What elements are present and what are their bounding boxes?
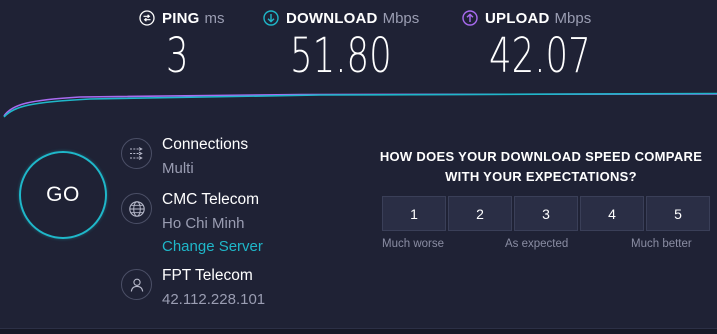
- go-button[interactable]: GO: [19, 151, 107, 239]
- globe-icon: [121, 193, 152, 224]
- rating-label-mid: As expected: [505, 238, 569, 250]
- connections-title: Connections: [162, 136, 249, 153]
- download-metric: DOWNLOAD Mbps 51.80: [263, 8, 419, 84]
- rating-option-4[interactable]: 4: [580, 196, 644, 231]
- client-ip: 42.112.228.101: [162, 291, 266, 308]
- rating-scale: 1 2 3 4 5: [382, 196, 710, 231]
- change-server-link[interactable]: Change Server: [162, 238, 263, 255]
- download-unit: Mbps: [382, 9, 420, 27]
- user-icon: [121, 269, 152, 300]
- rating-option-5[interactable]: 5: [646, 196, 710, 231]
- connections-icon[interactable]: [121, 138, 152, 169]
- rating-option-2[interactable]: 2: [448, 196, 512, 231]
- download-header: DOWNLOAD Mbps: [263, 8, 419, 28]
- download-arrow-icon: [263, 10, 279, 26]
- ping-gauge-icon: [139, 10, 155, 26]
- ping-header: PING ms: [139, 8, 224, 28]
- rating-label-high: Much better: [631, 238, 692, 250]
- rating-option-1[interactable]: 1: [382, 196, 446, 231]
- server-name: CMC Telecom: [162, 191, 260, 208]
- rating-option-3[interactable]: 3: [514, 196, 578, 231]
- server-location: Ho Chi Minh: [162, 215, 245, 232]
- upload-label: UPLOAD: [485, 9, 550, 27]
- speedtest-panel: PING ms 3 DOWNLOAD Mbps 51.80 UPLOAD Mbp…: [0, 0, 717, 329]
- upload-graph-line: [3, 93, 717, 117]
- client-isp: FPT Telecom: [162, 267, 253, 284]
- bottom-divider: [0, 329, 717, 334]
- survey-question: HOW DOES YOUR DOWNLOAD SPEED COMPARE WIT…: [379, 149, 703, 184]
- upload-value: 42.07: [489, 28, 591, 84]
- connections-mode[interactable]: Multi: [162, 160, 194, 177]
- upload-unit: Mbps: [554, 9, 592, 27]
- ping-metric: PING ms 3: [139, 8, 224, 84]
- rating-label-low: Much worse: [382, 238, 444, 250]
- speed-graph: [3, 92, 717, 118]
- upload-arrow-icon: [462, 10, 478, 26]
- download-label: DOWNLOAD: [286, 9, 378, 27]
- go-button-label: GO: [46, 183, 80, 206]
- download-value: 51.80: [290, 28, 392, 84]
- upload-header: UPLOAD Mbps: [462, 8, 591, 28]
- ping-unit: ms: [204, 9, 225, 27]
- ping-value: 3: [166, 28, 189, 84]
- ping-label: PING: [162, 9, 200, 27]
- upload-metric: UPLOAD Mbps 42.07: [462, 8, 591, 84]
